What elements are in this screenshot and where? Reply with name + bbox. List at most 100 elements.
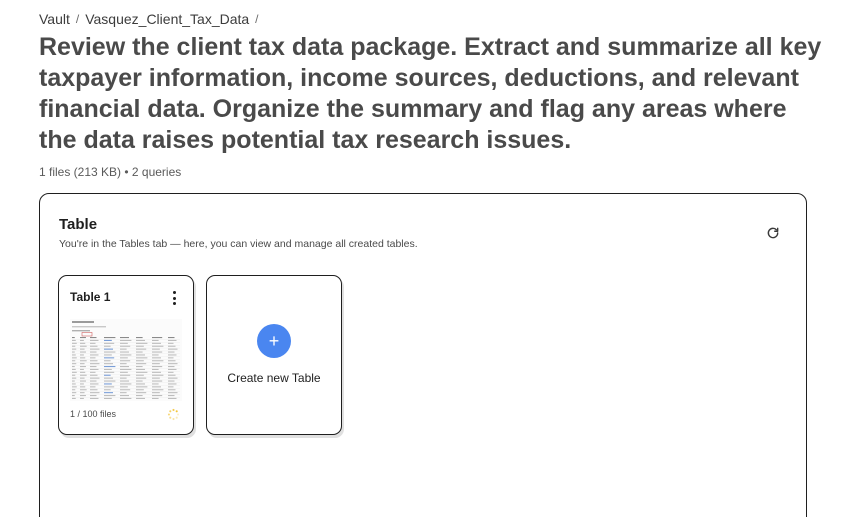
thumbnail-cell (136, 386, 148, 388)
thumbnail-cell (136, 389, 144, 391)
thumbnail-cell (136, 357, 148, 359)
thumbnail-cell (80, 345, 87, 347)
thumbnail-cell (104, 371, 115, 373)
thumbnail-cell (104, 366, 116, 368)
thumbnail-cell (120, 360, 131, 362)
thumbnail-cell (90, 386, 96, 388)
breadcrumb-separator: / (75, 12, 80, 26)
tables-panel: Table You're in the Tables tab — here, y… (39, 193, 807, 517)
thumbnail-cell (72, 351, 75, 353)
thumbnail-cell (168, 351, 175, 353)
more-options-button[interactable] (170, 290, 178, 306)
thumbnail-cell (80, 380, 86, 382)
thumbnail-cell (136, 383, 145, 385)
thumbnail-cell (152, 397, 159, 399)
thumbnail-cell (136, 363, 147, 365)
thumbnail-cell (72, 383, 76, 385)
thumbnail-cell (120, 392, 127, 394)
thumbnail-cell (90, 380, 97, 382)
thumbnail-cell (80, 395, 86, 397)
thumbnail-cell (72, 368, 76, 370)
thumbnail-cell (72, 337, 75, 339)
thumbnail-cell (72, 363, 77, 365)
thumbnail-cell (80, 371, 86, 373)
thumbnail-cell (168, 386, 174, 388)
thumbnail-cell (152, 368, 159, 370)
thumbnail-cell (72, 386, 77, 388)
spinner-dot (175, 416, 178, 419)
thumbnail-cell (168, 339, 177, 341)
thumbnail-cell (90, 348, 100, 350)
thumbnail-cell (104, 383, 112, 385)
thumbnail-cell (152, 363, 160, 365)
table-card[interactable]: Table 1 1 / 100 files (58, 275, 194, 435)
thumbnail-cell (136, 374, 144, 376)
thumbnail-cell (90, 366, 97, 368)
thumbnail-cell (90, 339, 99, 341)
thumbnail-cell (90, 368, 99, 370)
thumbnail-cell (168, 374, 176, 376)
thumbnail-cell (90, 337, 97, 339)
breadcrumb: Vault / Vasquez_Client_Tax_Data / (39, 11, 265, 27)
thumbnail-cell (168, 342, 174, 344)
thumbnail-cell (136, 392, 147, 394)
thumbnail-cell (152, 337, 163, 339)
thumbnail-cell (120, 389, 131, 391)
thumbnail-cell (168, 380, 175, 382)
thumbnail-cell (80, 354, 84, 356)
thumbnail-cell (136, 351, 143, 353)
thumbnail-cell (152, 354, 159, 356)
thumbnail-cell (72, 371, 77, 373)
thumbnail-cell (152, 342, 161, 344)
thumbnail-cell (120, 345, 131, 347)
thumbnail-cell (168, 395, 175, 397)
thumbnail-cell (72, 392, 77, 394)
breadcrumb-item-vault[interactable]: Vault (39, 11, 70, 27)
thumbnail-cell (104, 380, 116, 382)
breadcrumb-item-folder[interactable]: Vasquez_Client_Tax_Data (85, 11, 249, 27)
thumbnail-cell (104, 363, 113, 365)
thumbnail-cell (120, 337, 129, 339)
thumbnail-cell (90, 357, 96, 359)
thumbnail-cell (80, 360, 87, 362)
refresh-button[interactable] (764, 224, 782, 242)
thumbnail-cell (152, 348, 160, 350)
thumbnail-cell (152, 351, 163, 353)
more-vertical-icon-dot (172, 302, 176, 305)
thumbnail-cell (90, 360, 98, 362)
thumbnail-cell (72, 377, 77, 379)
thumbnail-cell (136, 339, 145, 341)
thumbnail-cell (104, 360, 111, 362)
thumbnail-cell (136, 371, 148, 373)
thumbnail-cell (168, 383, 177, 385)
thumbnail-cell (80, 386, 86, 388)
breadcrumb-separator: / (255, 12, 259, 26)
thumbnail-cell (152, 374, 164, 376)
thumbnail-cell (152, 392, 160, 394)
thumbnail-cell (72, 348, 77, 350)
refresh-icon (767, 227, 779, 239)
thumbnail-cell (80, 389, 87, 391)
thumbnail-cell (90, 374, 98, 376)
thumbnail-cell (120, 342, 128, 344)
thumbnail-cell (72, 360, 76, 362)
thumbnail-cell (104, 351, 116, 353)
thumbnail-cell (80, 357, 86, 359)
thumbnail-cell (80, 366, 86, 368)
spinner-dot (167, 413, 170, 416)
thumbnail-cell (72, 339, 76, 341)
create-table-button[interactable]: + Create new Table (206, 275, 342, 435)
thumbnail-cell (72, 357, 77, 359)
thumbnail-cell (72, 342, 77, 344)
thumbnail-cell (168, 371, 174, 373)
thumbnail-cell (90, 351, 97, 353)
spinner-dot (169, 410, 172, 413)
thumbnail-cell (136, 337, 143, 339)
thumbnail-cell (120, 348, 127, 350)
thumbnail-cell (80, 368, 84, 370)
thumbnail-cell (120, 363, 127, 365)
thumbnail-cell (80, 339, 84, 341)
thumbnail-cell (152, 371, 161, 373)
thumbnail-cell (104, 395, 116, 397)
thumbnail-cell (80, 351, 86, 353)
